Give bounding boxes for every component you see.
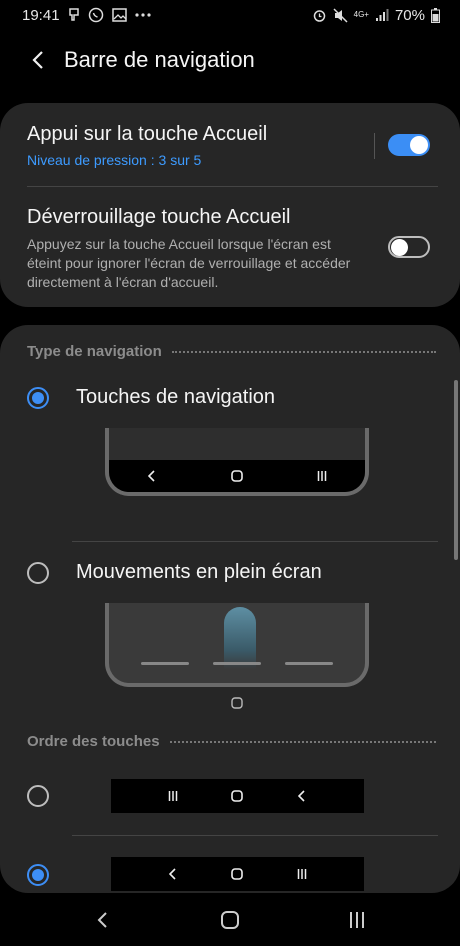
section-dots <box>171 350 436 353</box>
status-right: 4G+ 70% <box>312 7 440 24</box>
order-option-2-preview[interactable] <box>111 857 364 891</box>
gestures-radio[interactable] <box>27 562 49 584</box>
nav-type-section-header: Type de navigation <box>27 343 436 360</box>
order-section-header: Ordre des touches <box>27 733 436 750</box>
home-unlock-description: Appuyez sur la touche Accueil lorsque l'… <box>27 236 351 290</box>
home-button-settings-card: Appui sur la touche Accueil Niveau de pr… <box>0 103 460 307</box>
navigation-options-card: Type de navigation Touches de navigation… <box>0 325 460 893</box>
battery-percent: 70% <box>394 6 425 24</box>
recents-icon <box>287 864 317 884</box>
preview-navbar <box>109 460 365 492</box>
toggle-knob <box>391 239 408 256</box>
gesture-bar-left <box>141 662 189 665</box>
back-icon <box>137 466 167 486</box>
app-header: Barre de navigation <box>0 36 460 84</box>
notification-flag-icon <box>68 8 80 22</box>
home-icon <box>222 786 252 806</box>
status-time: 19:41 <box>22 6 60 24</box>
battery-icon <box>431 7 440 23</box>
gesture-bar-center <box>213 662 261 665</box>
recents-icon <box>158 786 188 806</box>
swipe-up-indicator <box>224 607 256 669</box>
gesture-bar-right <box>285 662 333 665</box>
order-option-2-radio[interactable] <box>27 864 49 886</box>
toggle-separator <box>374 133 375 159</box>
more-notifications-icon <box>134 13 151 17</box>
home-press-toggle[interactable] <box>388 134 430 156</box>
system-navigation-bar <box>0 893 460 946</box>
home-icon <box>220 910 239 929</box>
back-icon <box>97 911 108 928</box>
back-arrow-icon <box>32 51 43 69</box>
back-icon <box>287 786 317 806</box>
nav-buttons-radio[interactable] <box>27 387 49 409</box>
nav-buttons-preview[interactable] <box>105 428 369 496</box>
home-unlock-toggle[interactable] <box>388 236 430 258</box>
section-dots <box>169 740 436 743</box>
order-option-1-preview[interactable] <box>111 779 364 813</box>
status-bar: 19:41 4G+ 70% <box>0 0 460 30</box>
gestures-label[interactable]: Mouvements en plein écran <box>76 561 322 584</box>
nav-buttons-label[interactable]: Touches de navigation <box>76 386 275 409</box>
order-section-title: Ordre des touches <box>27 733 160 750</box>
system-home-button[interactable] <box>215 910 245 930</box>
home-unlock-setting[interactable]: Déverrouillage touche Accueil Appuyez su… <box>27 206 370 292</box>
alarm-icon <box>312 8 327 23</box>
back-button[interactable] <box>24 46 52 74</box>
divider <box>72 541 438 542</box>
order-option-1-radio[interactable] <box>27 785 49 807</box>
system-recents-button[interactable] <box>342 910 372 930</box>
gallery-icon <box>111 8 127 22</box>
signal-icon <box>375 8 389 22</box>
recents-icon <box>307 466 337 486</box>
network-type: 4G+ <box>353 10 369 19</box>
divider <box>72 835 438 836</box>
back-icon <box>158 864 188 884</box>
home-icon <box>231 696 243 714</box>
gestures-preview[interactable] <box>105 603 369 687</box>
page-title: Barre de navigation <box>64 47 255 72</box>
recents-icon <box>349 911 364 928</box>
home-icon <box>222 466 252 486</box>
status-left: 19:41 <box>22 7 151 24</box>
scrollbar[interactable] <box>454 380 458 560</box>
mute-icon <box>333 7 348 23</box>
toggle-knob <box>410 136 428 154</box>
home-icon <box>222 864 252 884</box>
nav-type-section-title: Type de navigation <box>27 343 162 360</box>
divider <box>27 186 438 187</box>
system-back-button[interactable] <box>88 910 118 930</box>
home-unlock-title: Déverrouillage touche Accueil <box>27 206 291 228</box>
whatsapp-icon <box>88 7 104 23</box>
